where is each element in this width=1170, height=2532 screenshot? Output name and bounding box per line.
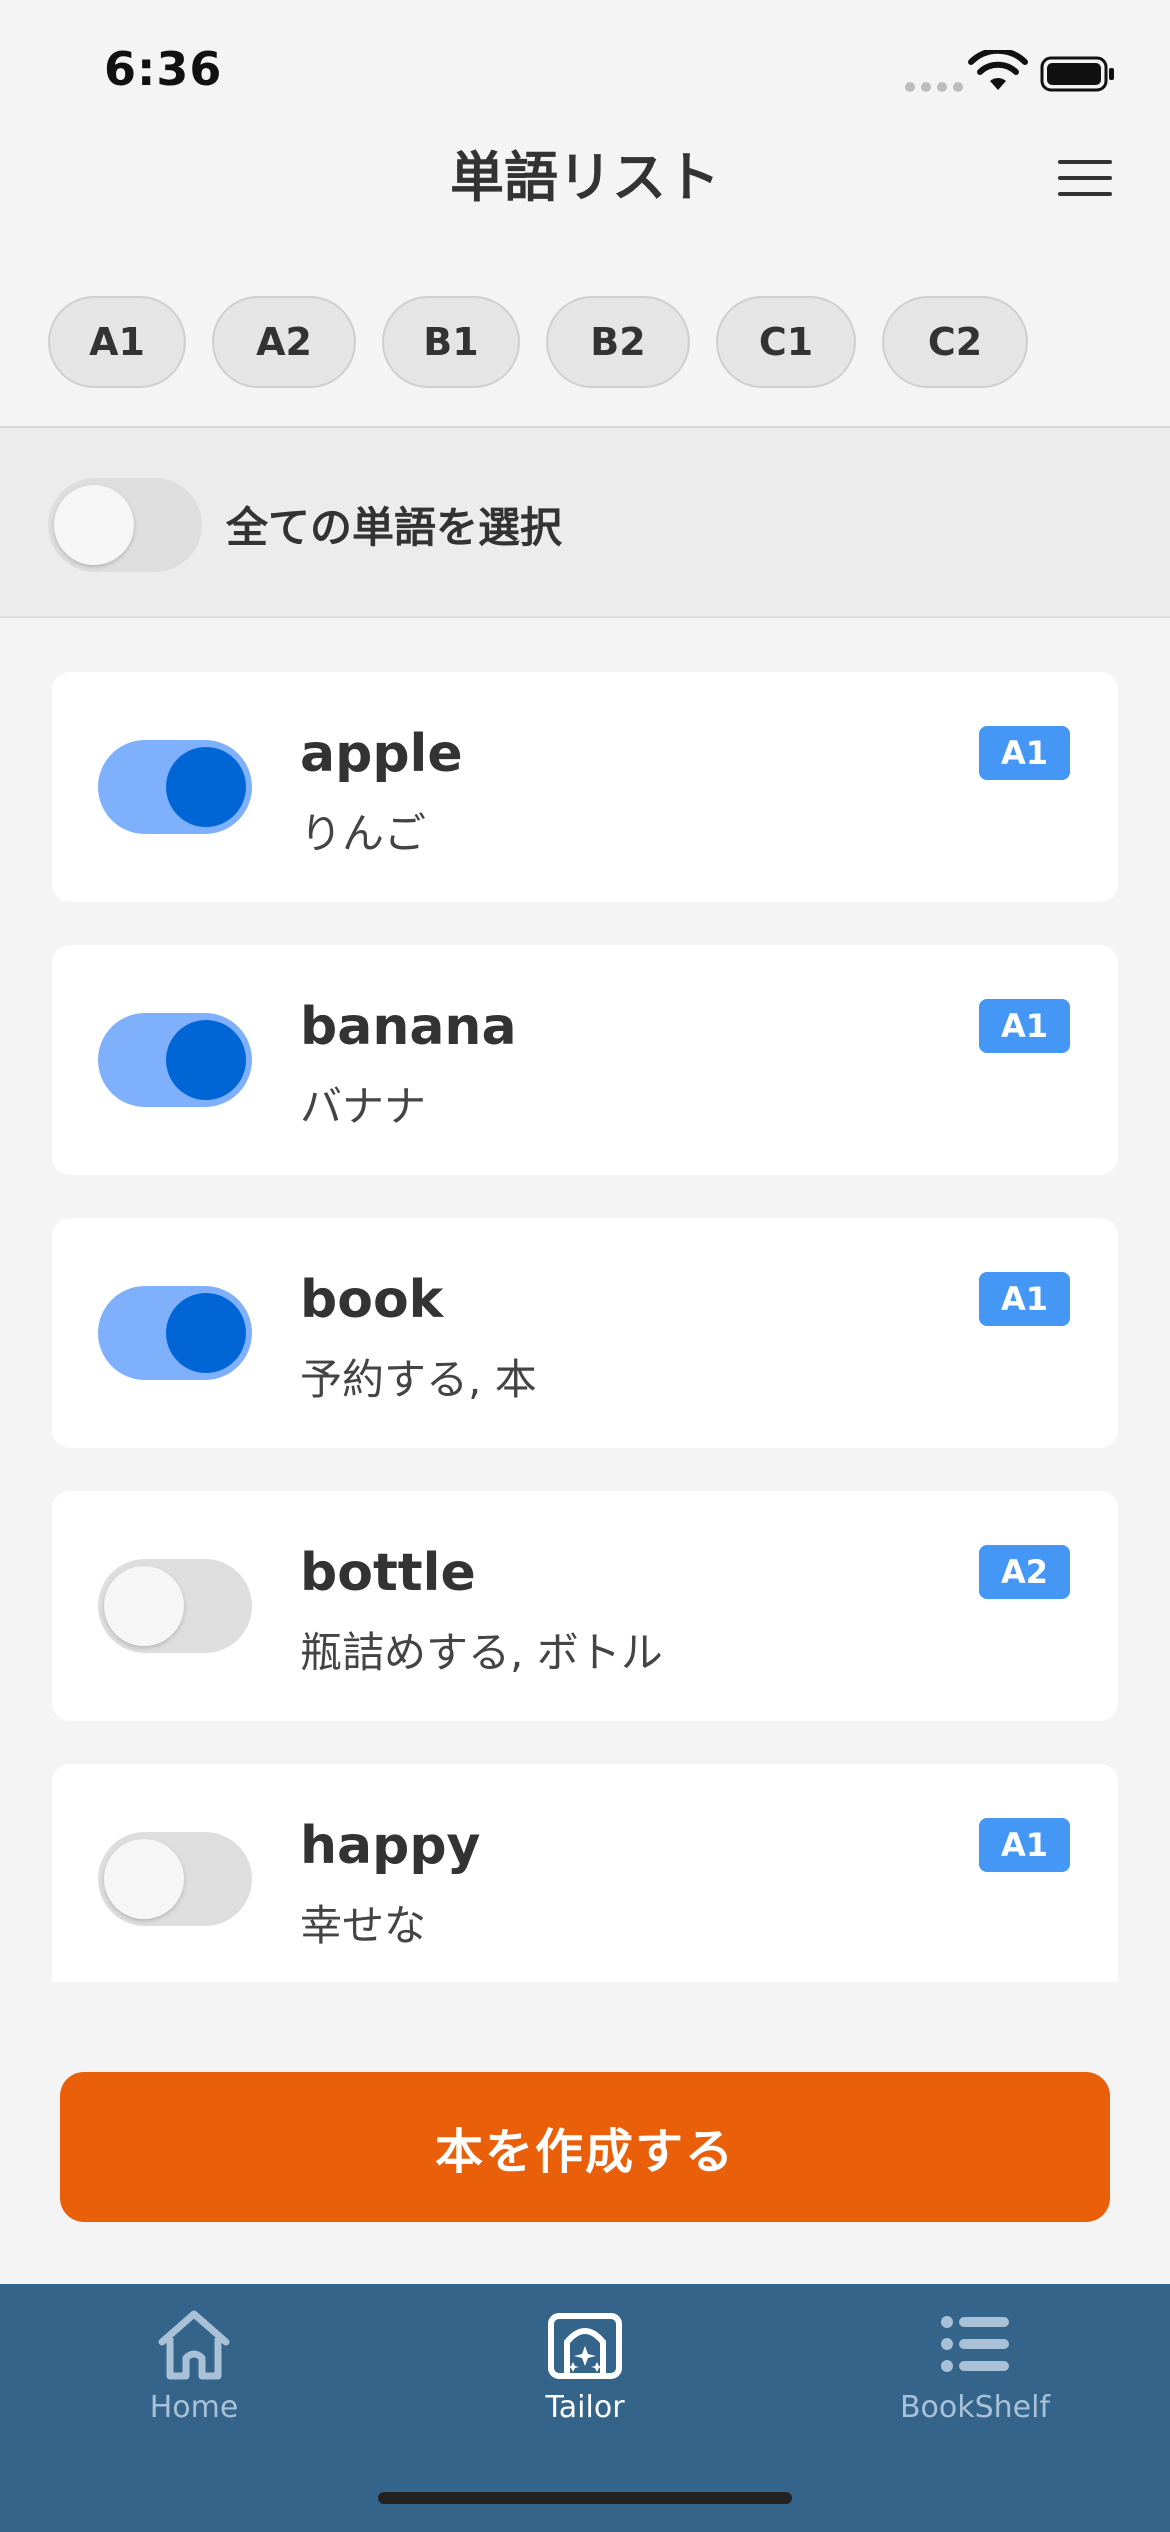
word-english: banana <box>300 997 517 1057</box>
level-badge: A1 <box>978 1272 1070 1326</box>
tab-home[interactable]: Home <box>44 2306 344 2446</box>
level-badge: A1 <box>978 1818 1070 1872</box>
tab-tailor[interactable]: Tailor <box>435 2306 735 2446</box>
word-japanese: 予約する, 本 <box>300 1355 537 1404</box>
toggle-knob <box>104 1566 184 1646</box>
level-chip-a2[interactable]: A2 <box>212 296 356 388</box>
level-badge: A1 <box>978 726 1070 780</box>
word-card[interactable]: apple りんご A1 <box>52 672 1118 902</box>
level-filter-bar: A1 A2 B1 B2 C1 C2 <box>48 296 1054 388</box>
toggle-knob <box>166 1293 246 1373</box>
navigation-header: 単語リスト <box>0 140 1170 270</box>
select-all-bar: 全ての単語を選択 <box>0 426 1170 618</box>
word-english: happy <box>300 1816 481 1876</box>
word-select-toggle[interactable] <box>98 1559 252 1653</box>
word-card[interactable]: happy 幸せな A1 <box>52 1764 1118 1982</box>
tailor-book-icon <box>548 2313 622 2379</box>
word-select-toggle[interactable] <box>98 1013 252 1107</box>
create-book-button[interactable]: 本を作成する <box>60 2072 1110 2222</box>
toggle-knob <box>166 1020 246 1100</box>
word-card[interactable]: book 予約する, 本 A1 <box>52 1218 1118 1448</box>
word-english: book <box>300 1270 444 1330</box>
tab-bookshelf-label: BookShelf <box>899 2390 1051 2425</box>
toggle-knob <box>54 485 134 565</box>
home-icon <box>158 2310 230 2380</box>
level-chip-a1[interactable]: A1 <box>48 296 186 388</box>
level-chip-c1[interactable]: C1 <box>716 296 856 388</box>
word-list[interactable]: apple りんご A1 banana バナナ A1 book 予約する, 本 … <box>52 672 1118 1982</box>
level-chip-b2[interactable]: B2 <box>546 296 690 388</box>
status-time: 6:36 <box>104 42 223 96</box>
word-english: bottle <box>300 1543 476 1603</box>
battery-icon <box>1040 56 1114 92</box>
home-indicator <box>378 2492 792 2504</box>
level-chip-b1[interactable]: B1 <box>382 296 520 388</box>
word-japanese: 瓶詰めする, ボトル <box>300 1628 663 1677</box>
word-english: apple <box>300 724 463 784</box>
toggle-knob <box>166 747 246 827</box>
select-all-toggle[interactable] <box>48 478 202 572</box>
tab-tailor-label: Tailor <box>545 2390 625 2425</box>
toggle-knob <box>104 1839 184 1919</box>
list-icon <box>941 2316 1009 2372</box>
word-select-toggle[interactable] <box>98 1286 252 1380</box>
level-chip-c2[interactable]: C2 <box>882 296 1028 388</box>
word-japanese: バナナ <box>300 1082 427 1131</box>
status-bar: 6:36 <box>0 0 1170 140</box>
wifi-icon <box>968 50 1028 90</box>
word-card[interactable]: bottle 瓶詰めする, ボトル A2 <box>52 1491 1118 1721</box>
select-all-label: 全ての単語を選択 <box>226 503 563 552</box>
screen: 6:36 単語リスト A1 A2 B1 B2 C1 C2 全ての単語を選択 ap… <box>0 0 1170 2532</box>
cellular-signal-icon <box>905 82 963 92</box>
page-title: 単語リスト <box>450 146 720 209</box>
tab-home-label: Home <box>149 2390 239 2425</box>
word-select-toggle[interactable] <box>98 740 252 834</box>
word-select-toggle[interactable] <box>98 1832 252 1926</box>
level-badge: A2 <box>978 1545 1070 1599</box>
menu-icon[interactable] <box>1058 160 1112 196</box>
tab-bookshelf[interactable]: BookShelf <box>825 2306 1125 2446</box>
level-badge: A1 <box>978 999 1070 1053</box>
word-japanese: 幸せな <box>300 1901 427 1950</box>
word-card[interactable]: banana バナナ A1 <box>52 945 1118 1175</box>
word-japanese: りんご <box>300 809 427 858</box>
